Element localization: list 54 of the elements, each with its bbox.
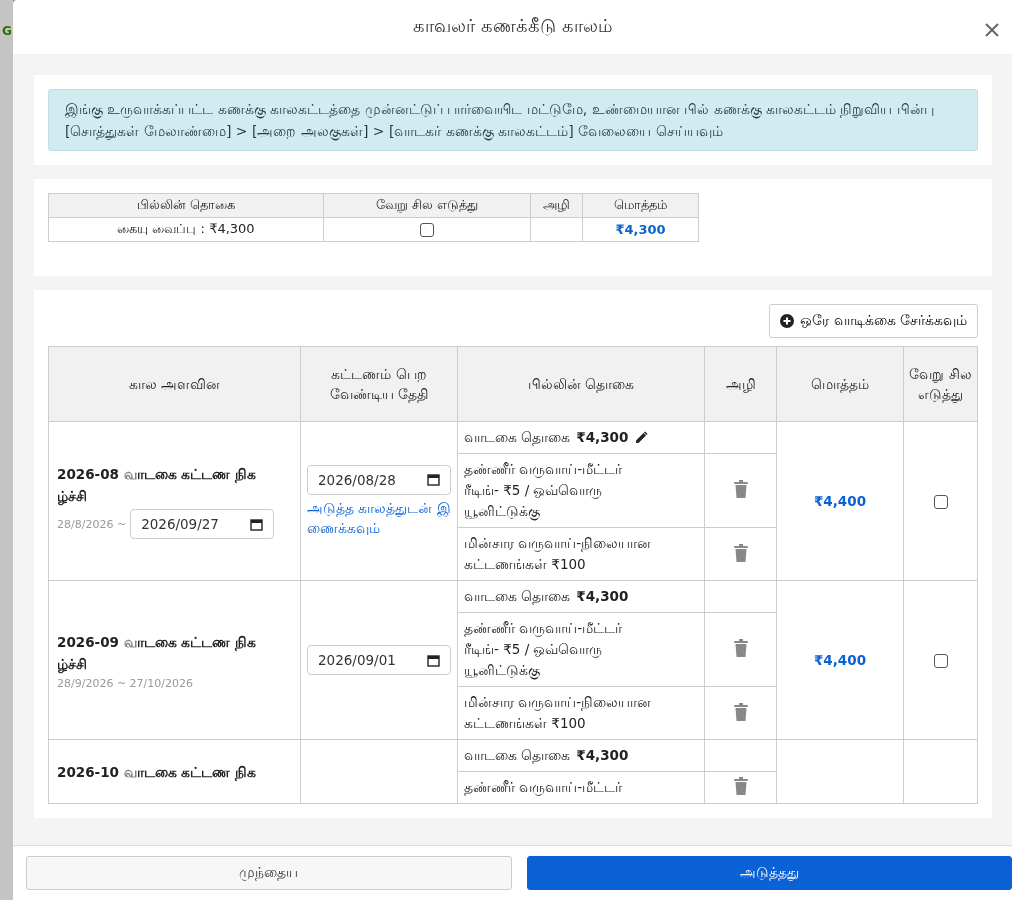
calendar-icon[interactable] — [427, 653, 440, 667]
item-amount: ₹4,300 — [576, 746, 629, 765]
next-button[interactable]: அடுத்தது — [526, 856, 1012, 890]
column-header: பில்லின் தொகை — [457, 346, 705, 422]
item-label: வாடகை தொகை — [464, 428, 571, 448]
column-header: மொத்தம் — [776, 346, 904, 422]
column-header: பில்லின் தொகை — [48, 193, 324, 218]
column-header: கால அளவின — [48, 346, 301, 422]
back-button[interactable]: முந்தைய — [26, 856, 512, 890]
date-field[interactable]: 2026/08/28 — [307, 464, 451, 495]
date-field[interactable]: 2026/09/27 — [130, 509, 275, 539]
item-label: தண்ணீர் வருவாய்-மீட்டர் ரீடிங்- ₹5 / ஒவ்வொரு யூனிட்டுக்கு — [464, 460, 624, 522]
column-header: வேறு சில எடுத்து — [903, 346, 978, 422]
table-cell: கையு வைப்பு : ₹4,300 — [48, 217, 324, 242]
column-header: மொத்தம் — [582, 193, 699, 218]
pencil-icon[interactable] — [634, 430, 649, 445]
item-amount: ₹4,300 — [576, 587, 629, 606]
total-amount: ₹4,400 — [813, 652, 867, 668]
item-label: தண்ணீர் வருவாய்-மீட்டர் ரீடிங்- ₹5 / ஒவ்வொரு யூனிட்டுக்கு — [464, 619, 624, 681]
merge-link[interactable]: அடுத்த காலத்துடன் இணைக்கவும் — [307, 497, 451, 538]
item-label: வாடகை தொகை — [464, 587, 571, 607]
add-button[interactable]: ஒரே வாடிக்கை சேர்க்கவும் — [769, 304, 978, 338]
item-label: மின்சார வருவாய்-நிலையான கட்டணங்கள் ₹100 — [464, 693, 653, 733]
period-title: 2026-10 வாடகை கட்டண நிக — [57, 762, 258, 783]
trash-icon[interactable] — [732, 639, 749, 657]
column-header: கட்டணம் பெற வேண்டிய தேதி — [300, 346, 458, 422]
period-title: 2026-08 வாடகை கட்டண நிகழ்ச்சி — [57, 465, 258, 507]
column-header: வேறு சில எடுத்து — [323, 193, 531, 218]
item-amount: ₹4,300 — [576, 428, 629, 447]
column-header: அழி — [704, 346, 777, 422]
column-header: அழி — [530, 193, 583, 218]
item-label: மின்சார வருவாய்-நிலையான கட்டணங்கள் ₹100 — [464, 534, 653, 574]
checkbox[interactable] — [420, 223, 434, 238]
total-amount: ₹4,400 — [813, 493, 867, 509]
calendar-icon[interactable] — [427, 473, 440, 486]
logo-text: G — [2, 24, 13, 38]
date-range: 28/8/2026 ~ — [57, 517, 127, 531]
modal-title: காவலர் கணக்கீடு காலம் — [413, 15, 612, 38]
period-title: 2026-09 வாடகை கட்டண நிகழ்ச்சி — [57, 632, 258, 675]
trash-icon[interactable] — [732, 480, 749, 498]
date-field[interactable]: 2026/09/01 — [307, 645, 451, 675]
total-amount: ₹4,300 — [615, 222, 666, 237]
trash-icon[interactable] — [732, 777, 749, 795]
calendar-icon[interactable] — [250, 517, 264, 531]
plus-circle-icon — [780, 314, 795, 328]
item-label: தண்ணீர் வருவாய்-மீட்டர் — [464, 778, 624, 798]
checkbox[interactable] — [933, 495, 948, 509]
checkbox[interactable] — [933, 654, 948, 668]
trash-icon[interactable] — [732, 543, 749, 562]
notice-message: இங்கு உருவாக்கப்பட்ட கணக்கு காலகட்டத்தை முன்னட்டுப் பார்வையிட மட்டுமே, உண்மையான பில் கணக்கு காலகட்டம் நிறுவிய பின்பு [சொத்துகள் மேலாண்மை] > [அறை அலகுகள்] > [வாடகர் கணக்கு காலகட்டம்] வேலையை செய்யவும் — [48, 89, 978, 151]
close-icon[interactable] — [984, 22, 1000, 38]
date-range: 28/9/2026 ~ 27/10/2026 — [57, 676, 193, 690]
item-label: வாடகை தொகை — [464, 746, 571, 766]
trash-icon[interactable] — [732, 702, 749, 721]
